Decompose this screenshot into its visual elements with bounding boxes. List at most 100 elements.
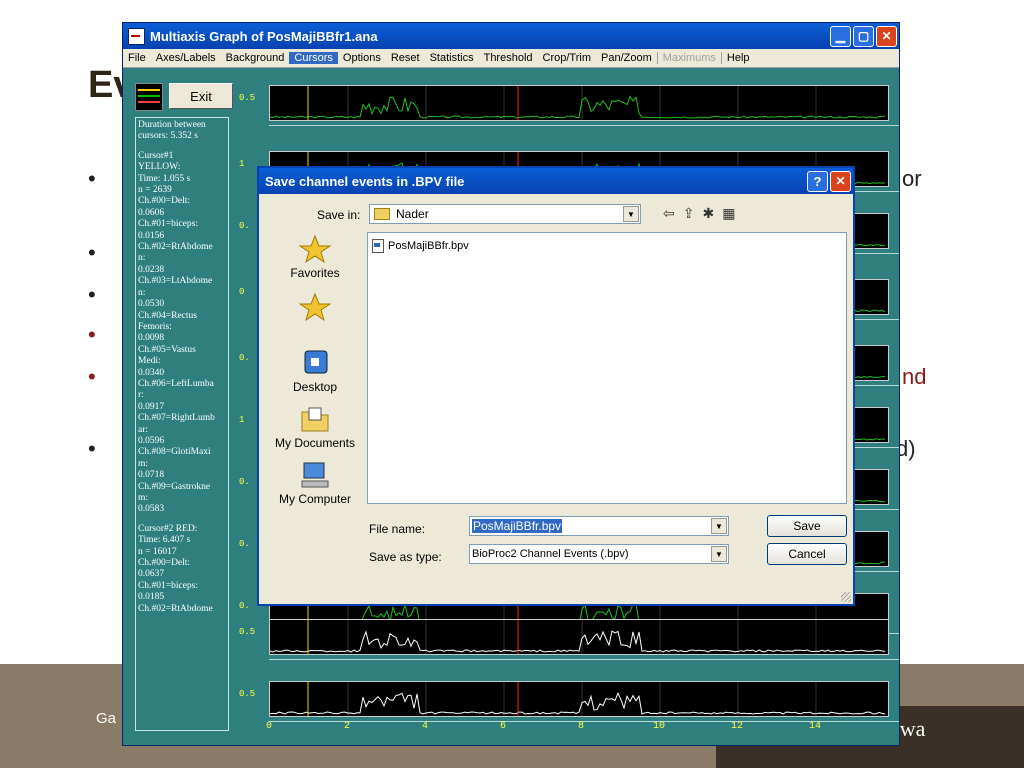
menu-cursors[interactable]: Cursors bbox=[289, 52, 338, 64]
file-name-input[interactable]: PosMajiBBfr.bpv ▼ bbox=[469, 516, 729, 536]
info-line: ar: bbox=[138, 424, 149, 435]
info-line: Ch.#01=biceps: bbox=[138, 219, 198, 230]
star-icon bbox=[299, 234, 331, 264]
channel-plot[interactable]: 0.5 bbox=[237, 81, 899, 129]
file-item[interactable]: PosMajiBBfr.bpv bbox=[372, 239, 469, 253]
info-line: Ch.#00=Delt: bbox=[138, 558, 191, 569]
info-line: Ch.#01=biceps: bbox=[138, 580, 198, 591]
place-my-documents[interactable]: My Documents bbox=[273, 404, 357, 450]
plot-area[interactable] bbox=[269, 619, 889, 655]
menu-options[interactable]: Options bbox=[338, 52, 386, 64]
plot-area[interactable] bbox=[269, 85, 889, 121]
exit-button[interactable]: Exit bbox=[169, 83, 233, 109]
info-line: Cursor#1 bbox=[138, 150, 174, 161]
view-menu-icon[interactable]: ▦ bbox=[722, 205, 735, 222]
dialog-titlebar[interactable]: Save channel events in .BPV file ? ✕ bbox=[259, 168, 853, 194]
place-favorites[interactable]: Favorites bbox=[273, 234, 357, 280]
info-line: m: bbox=[138, 493, 149, 503]
documents-folder-icon bbox=[301, 407, 329, 432]
dialog-close-button[interactable]: ✕ bbox=[830, 170, 851, 192]
slide-bullet: • bbox=[88, 322, 96, 347]
app-icon[interactable] bbox=[128, 27, 145, 45]
info-line: Ch.#06=LeftLumba bbox=[138, 378, 214, 389]
chevron-down-icon[interactable]: ▼ bbox=[711, 546, 727, 562]
x-tick-label: 0 bbox=[265, 721, 273, 732]
cursor-info-panel: Duration between cursors: 5.352 s Cursor#1… bbox=[135, 117, 229, 731]
computer-icon bbox=[301, 462, 329, 488]
slide-bullet: • bbox=[88, 240, 96, 265]
info-line: n = 2639 bbox=[138, 185, 172, 196]
channel-plot[interactable]: 0.5 bbox=[237, 615, 899, 663]
place-label: My Documents bbox=[274, 436, 356, 450]
menu-reset[interactable]: Reset bbox=[386, 52, 425, 64]
channel-y-label: 0. bbox=[239, 221, 250, 231]
chevron-down-icon[interactable]: ▼ bbox=[623, 206, 639, 222]
place-label: Desktop bbox=[292, 380, 338, 394]
info-line: Ch.#04=Rectus bbox=[138, 310, 197, 321]
resize-grip[interactable] bbox=[841, 592, 851, 602]
menu-help[interactable]: Help bbox=[722, 52, 755, 64]
channel-y-label: 1 bbox=[239, 159, 245, 169]
slide-bullet: • bbox=[88, 436, 96, 461]
menu-threshold[interactable]: Threshold bbox=[479, 52, 538, 64]
channel-y-label: 0. bbox=[239, 539, 250, 549]
menu-file[interactable]: File bbox=[123, 52, 151, 64]
save-button[interactable]: Save bbox=[767, 515, 847, 537]
info-line: n: bbox=[138, 287, 146, 298]
file-list[interactable]: PosMajiBBfr.bpv bbox=[367, 232, 847, 504]
menu-axes-labels[interactable]: Axes/Labels bbox=[151, 52, 221, 64]
info-line: Ch.#08=GlotiMaxi bbox=[138, 447, 211, 458]
info-line: Time: 6.407 s bbox=[138, 535, 191, 546]
save-in-value: Nader bbox=[396, 207, 429, 221]
file-icon bbox=[372, 239, 384, 253]
back-arrow-icon[interactable]: ⇦ bbox=[663, 205, 675, 222]
place-favorites-2[interactable] bbox=[273, 292, 357, 324]
info-line: n = 16017 bbox=[138, 546, 177, 557]
slide-bullet: • bbox=[88, 166, 96, 191]
menu-background[interactable]: Background bbox=[221, 52, 290, 64]
close-button[interactable]: ✕ bbox=[876, 25, 897, 47]
dialog-nav-toolbar: ⇦ ⇪ ✱ ▦ bbox=[663, 205, 735, 222]
minimize-button[interactable]: ▁ bbox=[830, 25, 851, 47]
channel-y-label: 0. bbox=[239, 477, 250, 487]
channel-y-label: 0.5 bbox=[239, 93, 256, 103]
info-line: Ch.#07=RightLumb bbox=[138, 413, 215, 424]
main-titlebar[interactable]: Multiaxis Graph of PosMajiBBfr1.ana ▁ ▢ … bbox=[123, 23, 899, 49]
menu-crop-trim[interactable]: Crop/Trim bbox=[538, 52, 596, 64]
x-axis: 0 2 4 6 8 10 12 14 bbox=[265, 721, 889, 735]
info-line bbox=[138, 516, 226, 524]
new-folder-icon[interactable]: ✱ bbox=[702, 205, 714, 222]
info-line bbox=[138, 143, 226, 151]
save-as-type-dropdown[interactable]: BioProc2 Channel Events (.bpv) ▼ bbox=[469, 544, 729, 564]
help-button[interactable]: ? bbox=[807, 170, 828, 192]
info-line: 0.0185 bbox=[138, 592, 165, 603]
x-tick-label: 8 bbox=[577, 721, 585, 732]
place-desktop[interactable]: Desktop bbox=[273, 348, 357, 394]
channel-plot[interactable]: 0.5 bbox=[237, 677, 899, 725]
window-title: Multiaxis Graph of PosMajiBBfr1.ana bbox=[150, 28, 378, 44]
info-line: 0.0606 bbox=[138, 207, 165, 218]
plot-area[interactable] bbox=[269, 681, 889, 717]
info-line: Ch.#02=RtAbdome bbox=[138, 242, 213, 253]
info-line: 0.0583 bbox=[138, 504, 165, 515]
menu-statistics[interactable]: Statistics bbox=[425, 52, 479, 64]
save-in-dropdown[interactable]: Nader ▼ bbox=[369, 204, 641, 224]
channel-separator bbox=[269, 659, 899, 660]
place-label: My Computer bbox=[278, 492, 352, 506]
app-logo-icon bbox=[135, 83, 163, 111]
chevron-down-icon[interactable]: ▼ bbox=[711, 518, 727, 534]
place-label: Favorites bbox=[290, 266, 340, 280]
maximize-button[interactable]: ▢ bbox=[853, 25, 874, 47]
channel-y-label: 0.5 bbox=[239, 689, 256, 699]
info-line: n: bbox=[138, 253, 146, 264]
menu-maximums: Maximums bbox=[662, 52, 716, 64]
file-name-value: PosMajiBBfr.bpv bbox=[472, 519, 563, 533]
channel-y-label: 0.5 bbox=[239, 627, 256, 637]
file-name-label: File name: bbox=[369, 522, 426, 536]
place-my-computer[interactable]: My Computer bbox=[273, 460, 357, 506]
menu-pan-zoom[interactable]: Pan/Zoom bbox=[596, 52, 657, 64]
x-tick-label: 6 bbox=[499, 721, 507, 732]
up-folder-icon[interactable]: ⇪ bbox=[683, 205, 695, 222]
folder-icon bbox=[374, 208, 390, 220]
cancel-button[interactable]: Cancel bbox=[767, 543, 847, 565]
